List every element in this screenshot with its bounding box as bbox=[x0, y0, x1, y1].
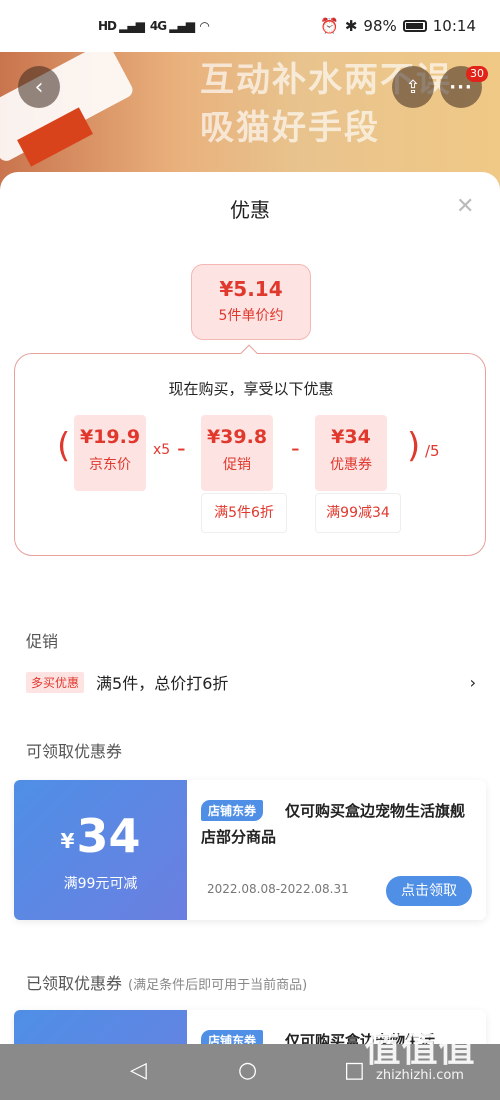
wifi-icon: ◠ bbox=[199, 19, 209, 33]
nav-home-icon[interactable]: ○ bbox=[238, 1058, 257, 1083]
network-indicators: HD ▂▄▆ 4G ▂▄▆ ◠ bbox=[98, 19, 209, 33]
coupon-amount-value: 34 bbox=[76, 809, 141, 863]
sheet-title: 优惠 bbox=[230, 198, 270, 222]
promotion-tag: 多买优惠 bbox=[26, 671, 85, 693]
nav-back-icon[interactable]: ◁ bbox=[130, 1058, 147, 1083]
unit-price-box: ¥5.14 5件单价约 bbox=[191, 264, 311, 340]
promotion-text: 满5件，总价打6折 bbox=[96, 674, 229, 693]
unit-price-label: 5件单价约 bbox=[218, 308, 284, 324]
share-button[interactable]: ⇪ bbox=[392, 66, 434, 108]
promotion-row[interactable]: 多买优惠 满5件，总价打6折 › bbox=[26, 670, 476, 694]
claimed-coupons-title: 已领取优惠券 bbox=[26, 974, 123, 993]
coupon-amount: ¥34 bbox=[14, 810, 187, 867]
calculation-heading: 现在购买，享受以下优惠 bbox=[168, 380, 334, 398]
bluetooth-icon: ✱ bbox=[344, 17, 358, 35]
claimed-coupons-header: 已领取优惠券 (满足条件后即可用于当前商品) bbox=[26, 970, 307, 994]
chevron-right-icon: › bbox=[469, 672, 476, 692]
promotion-condition: 满5件6折 bbox=[201, 493, 287, 533]
coupon-date-range: 2022.08.08-2022.08.31 bbox=[207, 882, 349, 896]
close-icon: ✕ bbox=[456, 194, 475, 219]
battery-percent: 98% bbox=[363, 17, 397, 35]
claimed-coupon-value-panel bbox=[14, 1010, 187, 1044]
alarm-icon: ⏰ bbox=[320, 17, 339, 35]
jd-price-label: 京东价 bbox=[89, 457, 131, 473]
coupon-serrated-edge bbox=[14, 780, 18, 920]
clock: 10:14 bbox=[432, 17, 476, 35]
coupon-currency: ¥ bbox=[60, 829, 75, 853]
watermark-logo: 值值值 bbox=[364, 1029, 476, 1070]
banner-line-2: 吸猫好手段 bbox=[200, 108, 380, 148]
claimed-coupons-subtitle: (满足条件后即可用于当前商品) bbox=[128, 978, 308, 993]
share-icon: ⇪ bbox=[405, 76, 421, 98]
close-button[interactable]: ✕ bbox=[456, 194, 474, 219]
status-bar: HD ▂▄▆ 4G ▂▄▆ ◠ ⏰ ✱ 98% 10:14 bbox=[0, 0, 500, 52]
claimed-coupon-type-tag: 店铺东券 bbox=[201, 1030, 264, 1044]
promotion-section-title: 促销 bbox=[26, 632, 59, 651]
chevron-left-icon: ‹ bbox=[34, 74, 44, 100]
promotion-value: ¥39.8 bbox=[206, 426, 268, 448]
coupon-type-tag: 店铺东券 bbox=[201, 800, 264, 821]
unit-price-amount: ¥5.14 bbox=[219, 277, 283, 301]
coupon-value-panel: ¥34 满99元可减 bbox=[14, 780, 187, 920]
jd-price-value: ¥19.9 bbox=[79, 426, 141, 448]
claim-coupon-button[interactable]: 点击领取 bbox=[386, 876, 472, 906]
coupon-label: 优惠券 bbox=[330, 457, 372, 473]
watermark: 值值值 zhizhizhi.com bbox=[350, 1020, 490, 1083]
coupon-card: ¥34 满99元可减 仅可购买盒边宠物生活旗舰店部分商品 店铺东券 2022.0… bbox=[14, 780, 486, 920]
signal-icon: 4G ▂▄▆ bbox=[149, 19, 195, 33]
promotion-chip: ¥39.8 促销 bbox=[201, 415, 273, 491]
discount-sheet: 优惠 ✕ ¥5.14 5件单价约 现在购买，享受以下优惠 ( ¥19.9 京东价… bbox=[0, 172, 500, 1044]
jd-price-chip: ¥19.9 京东价 bbox=[74, 415, 146, 491]
battery-icon bbox=[402, 20, 427, 32]
multiplier: x5 bbox=[153, 442, 171, 458]
promotion-label: 促销 bbox=[223, 457, 251, 473]
minus-sign: - bbox=[177, 434, 186, 462]
coupon-value: ¥34 bbox=[331, 426, 371, 448]
open-paren: ( bbox=[57, 426, 71, 466]
back-button[interactable]: ‹ bbox=[18, 66, 60, 108]
notification-badge: 30 bbox=[466, 66, 488, 82]
divisor: /5 bbox=[425, 442, 440, 460]
minus-sign: - bbox=[291, 434, 300, 462]
coupon-condition: 满99减34 bbox=[315, 493, 401, 533]
close-paren: ) bbox=[407, 426, 421, 466]
price-calculation-box: 现在购买，享受以下优惠 ( ¥19.9 京东价 x5 - ¥39.8 促销 - … bbox=[14, 353, 486, 556]
signal-icon: HD ▂▄▆ bbox=[98, 19, 145, 33]
coupon-chip: ¥34 优惠券 bbox=[315, 415, 387, 491]
available-coupons-title: 可领取优惠券 bbox=[26, 742, 123, 761]
coupon-condition-text: 满99元可减 bbox=[63, 876, 138, 892]
